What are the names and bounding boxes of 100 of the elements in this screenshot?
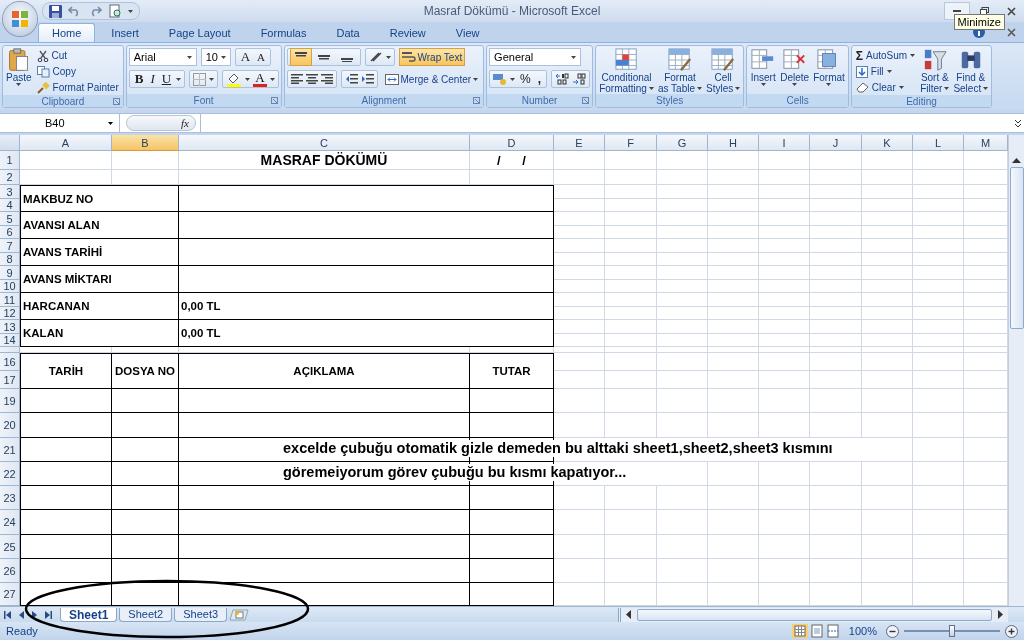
sheet-cell[interactable] (708, 389, 759, 413)
sheet-cell[interactable] (862, 151, 913, 170)
sheet-cell[interactable] (657, 353, 708, 371)
row-header[interactable]: 26 (0, 559, 20, 583)
sheet-cell[interactable] (913, 253, 964, 266)
sheet-cell[interactable] (708, 253, 759, 266)
sheet-cell[interactable] (657, 266, 708, 280)
sheet-cell[interactable] (810, 293, 862, 307)
sheet-cell[interactable] (759, 535, 810, 559)
sheet-cell[interactable] (913, 293, 964, 307)
column-header[interactable]: L (913, 135, 964, 151)
sheet-cell[interactable] (862, 307, 913, 320)
grow-font-button[interactable]: A (238, 49, 253, 65)
row-header[interactable]: 10 (0, 280, 20, 293)
indent-icon[interactable] (344, 74, 358, 84)
row-header[interactable]: 20 (0, 413, 20, 438)
sheet-cell[interactable] (810, 212, 862, 226)
sheet-cell[interactable] (759, 334, 810, 347)
sheet-cell[interactable] (605, 371, 657, 389)
sheet-cell[interactable] (605, 347, 657, 353)
wrap-text-button[interactable]: Wrap Text (398, 48, 466, 66)
clipboard-command[interactable]: Copy (34, 64, 121, 79)
sheet-cell[interactable] (759, 170, 810, 185)
bold-button[interactable]: B (132, 71, 146, 87)
row-header[interactable]: 24 (0, 510, 20, 535)
sheet-cell[interactable] (862, 239, 913, 253)
sheet-cell[interactable] (708, 334, 759, 347)
styles-button[interactable]: Cell Styles (705, 48, 742, 94)
row-header[interactable]: 4 (0, 199, 20, 212)
sheet-tab[interactable]: Sheet3 (174, 607, 228, 622)
sheet-cell[interactable] (605, 253, 657, 266)
sheet-cell[interactable] (759, 353, 810, 371)
sheet-cell[interactable] (862, 413, 913, 438)
merge-center-button[interactable]: Merge & Center (381, 70, 482, 88)
name-box[interactable]: B40 (0, 114, 120, 132)
sheet-cell[interactable] (862, 280, 913, 293)
sheet-cell[interactable] (708, 266, 759, 280)
row-header[interactable]: 13 (0, 320, 20, 334)
column-header[interactable]: E (554, 135, 605, 151)
sheet-cell[interactable] (605, 280, 657, 293)
sheet-cell[interactable] (810, 486, 862, 510)
scroll-right-icon[interactable] (998, 610, 1004, 619)
sheet-cell[interactable] (862, 510, 913, 535)
save-icon[interactable] (49, 4, 62, 18)
sheet-cell[interactable] (605, 510, 657, 535)
sheet-cell[interactable] (759, 371, 810, 389)
sheet-cell[interactable] (605, 170, 657, 185)
sheet-cell[interactable] (759, 559, 810, 583)
sheet-cell[interactable] (759, 486, 810, 510)
sheet-cell[interactable] (605, 239, 657, 253)
editing-command[interactable]: Clear (853, 80, 918, 95)
sheet-cell[interactable] (605, 559, 657, 583)
sheet-cell[interactable] (708, 151, 759, 170)
sheet-cell[interactable] (657, 293, 708, 307)
cells-button[interactable]: Delete (779, 48, 811, 86)
sheet-cell[interactable] (657, 389, 708, 413)
caret-icon[interactable] (128, 9, 133, 13)
sheet-cell[interactable] (605, 413, 657, 438)
sheet-cell[interactable] (605, 320, 657, 334)
sheet-cell[interactable] (810, 510, 862, 535)
ribbon-tab[interactable]: Formulas (246, 23, 321, 42)
horizontal-scrollbar[interactable] (618, 607, 1008, 622)
increase-decimal-icon[interactable] (555, 73, 570, 85)
sheet-cell[interactable] (605, 307, 657, 320)
text-orientation-icon[interactable] (368, 51, 383, 63)
sheet-cell[interactable] (759, 347, 810, 353)
sheet-cell[interactable] (862, 559, 913, 583)
clipboard-command[interactable]: Cut (34, 48, 121, 63)
sheet-cell[interactable] (657, 347, 708, 353)
row-header[interactable]: 9 (0, 266, 20, 280)
sheet-cell[interactable] (554, 170, 605, 185)
row-header[interactable]: 16 (0, 353, 20, 371)
horizontal-align-icon[interactable] (290, 74, 303, 84)
sheet-cell[interactable] (862, 320, 913, 334)
sheet-cell[interactable] (913, 486, 964, 510)
sheet-cell[interactable] (759, 320, 810, 334)
editing-button[interactable]: Sort & Filter (919, 48, 951, 94)
sheet-cell[interactable] (605, 293, 657, 307)
column-header[interactable]: M (964, 135, 1008, 151)
sheet-cell[interactable] (759, 280, 810, 293)
sheet-cell[interactable] (759, 389, 810, 413)
sheet-cell[interactable] (657, 239, 708, 253)
sheet-cell[interactable] (862, 535, 913, 559)
sheet-cell[interactable] (913, 347, 964, 353)
sheet-cell[interactable] (862, 253, 913, 266)
sheet-cell[interactable] (810, 389, 862, 413)
sheet-cell[interactable] (862, 353, 913, 371)
editing-command[interactable]: Σ AutoSum (853, 48, 918, 63)
column-header[interactable]: H (708, 135, 759, 151)
sheet-cell[interactable] (759, 185, 810, 199)
caret-icon[interactable] (269, 77, 275, 81)
fill-color-icon[interactable] (226, 71, 243, 87)
sheet-cell[interactable] (913, 170, 964, 185)
percent-button[interactable]: % (518, 71, 533, 87)
column-header[interactable]: G (657, 135, 708, 151)
sheet-cell[interactable] (708, 199, 759, 212)
column-header[interactable]: B (112, 135, 179, 151)
number-format-dropdown[interactable]: General (489, 48, 582, 66)
sheet-cell[interactable] (708, 307, 759, 320)
sheet-cell[interactable] (708, 226, 759, 239)
